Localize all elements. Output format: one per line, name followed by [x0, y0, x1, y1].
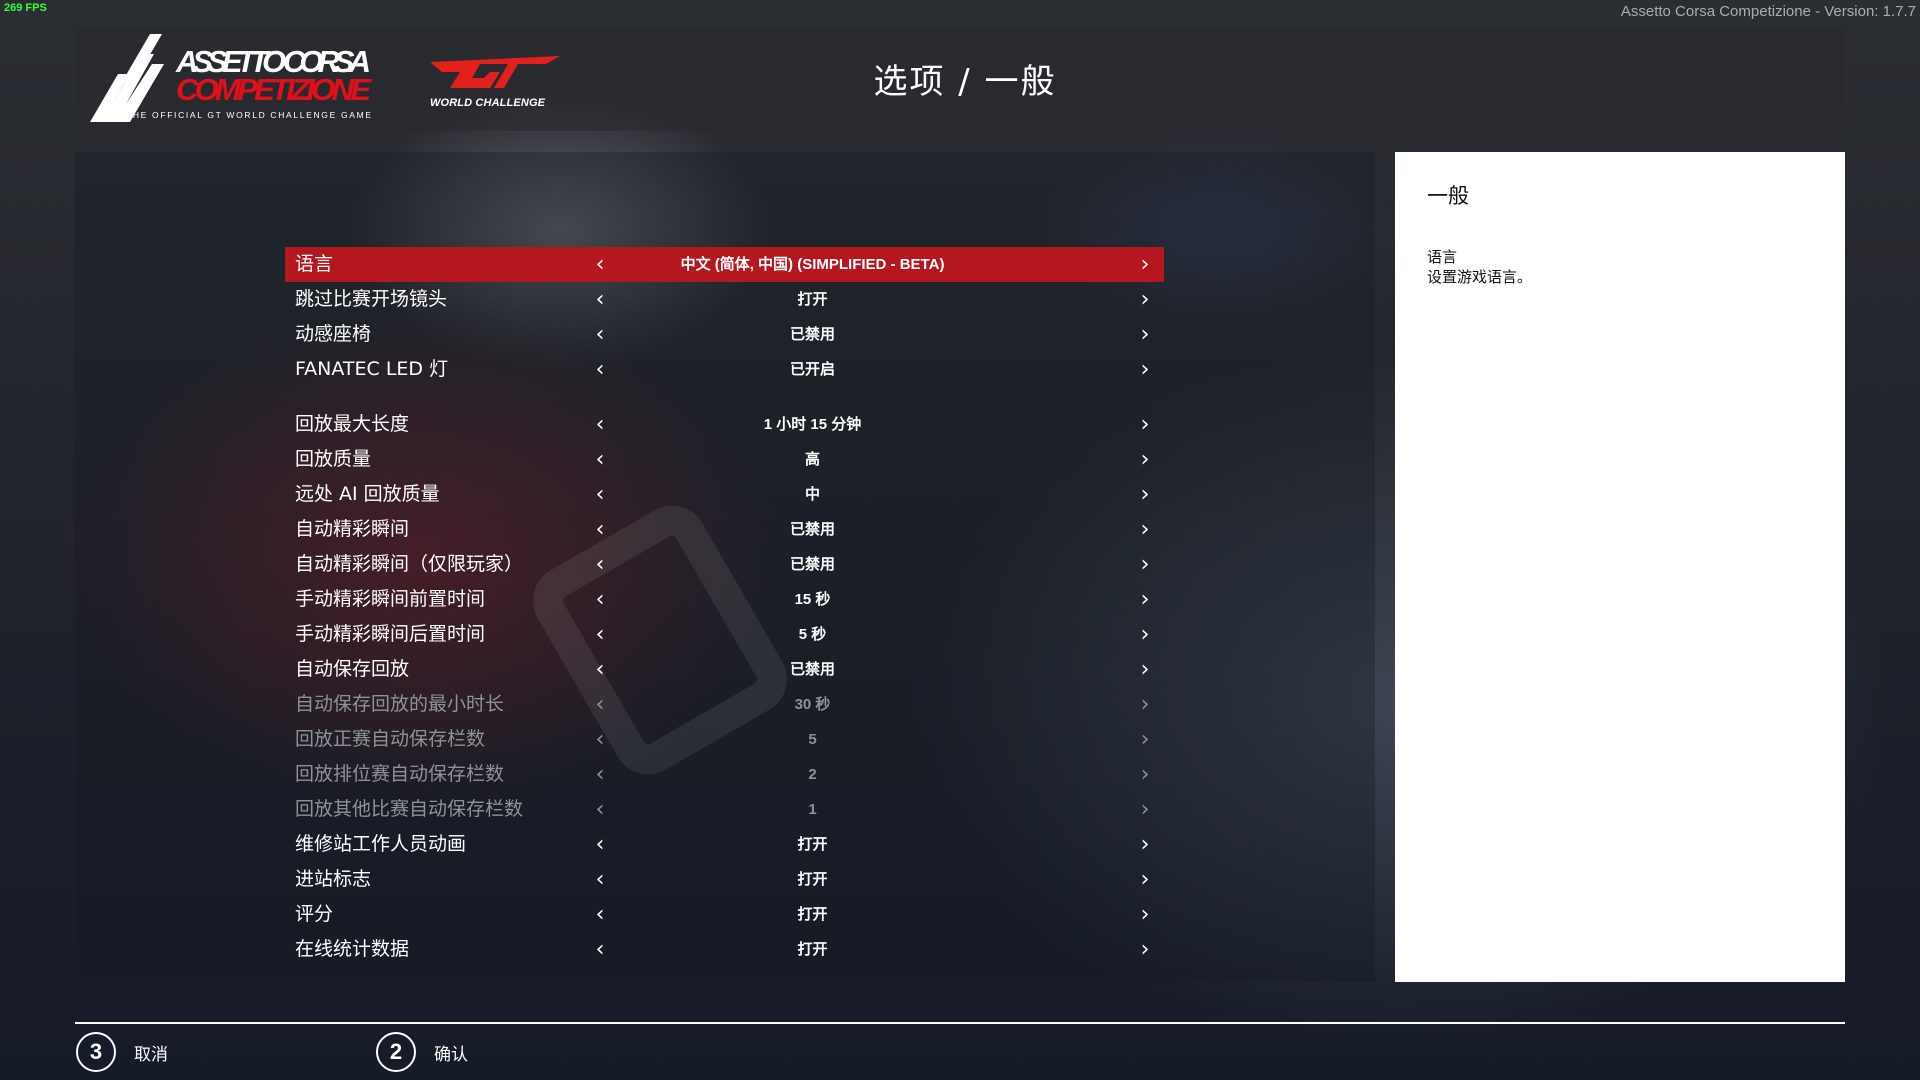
chevron-right-icon[interactable]: ›: [1135, 757, 1155, 792]
help-panel: 一般 语言 设置游戏语言。: [1395, 152, 1845, 982]
confirm-key-badge: 2: [376, 1032, 416, 1072]
setting-label: 在线统计数据: [295, 938, 410, 960]
setting-row[interactable]: 动感座椅 ‹ 已禁用 ›: [285, 317, 1164, 352]
chevron-right-icon[interactable]: ›: [1135, 792, 1155, 827]
setting-row[interactable]: 自动保存回放的最小时长 ‹ 30 秒 ›: [285, 687, 1164, 722]
setting-value: 5 秒: [798, 626, 827, 643]
fps-counter: 269 FPS: [4, 2, 47, 14]
chevron-right-icon[interactable]: ›: [1135, 352, 1155, 387]
setting-label: 进站标志: [295, 868, 372, 890]
setting-row[interactable]: 回放正赛自动保存栏数 ‹ 5 ›: [285, 722, 1164, 757]
help-item-name: 语言: [1427, 248, 1458, 266]
setting-label: 回放最大长度: [295, 413, 410, 435]
setting-label: 自动保存回放: [295, 658, 410, 680]
version-label: Assetto Corsa Competizione - Version: 1.…: [1620, 3, 1916, 20]
setting-row[interactable]: 自动精彩瞬间（仅限玩家） ‹ 已禁用 ›: [285, 547, 1164, 582]
setting-label: 回放其他比赛自动保存栏数: [295, 798, 524, 820]
page-title: 选项 / 一般: [873, 62, 1057, 102]
setting-label: 自动精彩瞬间（仅限玩家）: [295, 553, 524, 575]
acc-logo-tagline: THE OFFICIAL GT WORLD CHALLENGE GAME: [126, 110, 371, 120]
setting-label: 回放质量: [295, 448, 372, 470]
chevron-right-icon[interactable]: ›: [1135, 512, 1155, 547]
setting-value: 已禁用: [789, 521, 835, 538]
setting-value: 5: [808, 731, 817, 748]
help-panel-title: 一般: [1427, 184, 1469, 208]
chevron-right-icon[interactable]: ›: [1135, 582, 1155, 617]
setting-value: 打开: [797, 291, 828, 308]
setting-label: 回放正赛自动保存栏数: [295, 728, 486, 750]
setting-value: 高: [804, 451, 820, 468]
setting-value: 中文 (简体, 中国) (SIMPLIFIED - BETA): [680, 256, 945, 273]
setting-row[interactable]: 进站标志 ‹ 打开 ›: [285, 862, 1164, 897]
setting-row[interactable]: FANATEC LED 灯 ‹ 已开启 ›: [285, 352, 1164, 387]
setting-row[interactable]: 在线统计数据 ‹ 打开 ›: [285, 932, 1164, 967]
setting-row[interactable]: 自动保存回放 ‹ 已禁用 ›: [285, 652, 1164, 687]
chevron-right-icon[interactable]: ›: [1135, 617, 1155, 652]
chevron-right-icon[interactable]: ›: [1135, 442, 1155, 477]
confirm-button[interactable]: 2 确认: [376, 1030, 468, 1074]
setting-row[interactable]: 评分 ‹ 打开 ›: [285, 897, 1164, 932]
setting-label: 跳过比赛开场镜头: [295, 288, 448, 310]
chevron-right-icon[interactable]: ›: [1135, 722, 1155, 757]
setting-value: 1 小时 15 分钟: [763, 416, 862, 433]
setting-label: FANATEC LED 灯: [295, 358, 449, 380]
setting-label: 评分: [295, 903, 334, 925]
help-item-description: 设置游戏语言。: [1427, 268, 1533, 286]
setting-value: 1: [808, 801, 817, 818]
setting-row[interactable]: 远处 AI 回放质量 ‹ 中 ›: [285, 477, 1164, 512]
setting-row[interactable]: 手动精彩瞬间前置时间 ‹ 15 秒 ›: [285, 582, 1164, 617]
chevron-right-icon[interactable]: ›: [1135, 282, 1155, 317]
chevron-right-icon[interactable]: ›: [1135, 897, 1155, 932]
setting-row[interactable]: 回放最大长度 ‹ 1 小时 15 分钟 ›: [285, 407, 1164, 442]
setting-value: 已禁用: [789, 326, 835, 343]
setting-row[interactable]: 回放其他比赛自动保存栏数 ‹ 1 ›: [285, 792, 1164, 827]
setting-row[interactable]: 维修站工作人员动画 ‹ 打开 ›: [285, 827, 1164, 862]
setting-row[interactable]: 语言 ‹ 中文 (简体, 中国) (SIMPLIFIED - BETA) ›: [285, 247, 1164, 282]
setting-row[interactable]: 跳过比赛开场镜头 ‹ 打开 ›: [285, 282, 1164, 317]
setting-label: 手动精彩瞬间后置时间: [295, 623, 486, 645]
chevron-right-icon[interactable]: ›: [1135, 247, 1155, 282]
setting-value: 打开: [797, 836, 828, 853]
cancel-button[interactable]: 3 取消: [76, 1030, 168, 1074]
setting-value: 已禁用: [789, 661, 835, 678]
setting-value: 已开启: [789, 361, 835, 378]
setting-label: 自动保存回放的最小时长: [295, 693, 505, 715]
setting-value: 打开: [797, 941, 828, 958]
setting-label: 语言: [295, 253, 334, 275]
chevron-right-icon[interactable]: ›: [1135, 547, 1155, 582]
setting-value: 已禁用: [789, 556, 835, 573]
footer-divider: [75, 1022, 1845, 1024]
cancel-label: 取消: [134, 1044, 168, 1065]
setting-row[interactable]: 回放质量 ‹ 高 ›: [285, 442, 1164, 477]
cancel-key-badge: 3: [76, 1032, 116, 1072]
chevron-right-icon[interactable]: ›: [1135, 827, 1155, 862]
setting-value: 打开: [797, 906, 828, 923]
setting-label: 维修站工作人员动画: [295, 833, 467, 855]
setting-label: 手动精彩瞬间前置时间: [295, 588, 486, 610]
setting-label: 回放排位赛自动保存栏数: [295, 763, 505, 785]
setting-label: 自动精彩瞬间: [295, 518, 410, 540]
chevron-right-icon[interactable]: ›: [1135, 862, 1155, 897]
setting-value: 中: [804, 486, 820, 503]
setting-row[interactable]: 手动精彩瞬间后置时间 ‹ 5 秒 ›: [285, 617, 1164, 652]
setting-label: 远处 AI 回放质量: [295, 483, 440, 505]
setting-row[interactable]: 回放排位赛自动保存栏数 ‹ 2 ›: [285, 757, 1164, 792]
setting-value: 2: [808, 766, 817, 783]
setting-row[interactable]: 自动精彩瞬间 ‹ 已禁用 ›: [285, 512, 1164, 547]
chevron-right-icon[interactable]: ›: [1135, 317, 1155, 352]
setting-label: 动感座椅: [295, 323, 372, 345]
chevron-right-icon[interactable]: ›: [1135, 932, 1155, 967]
setting-value: 30 秒: [794, 696, 831, 713]
chevron-right-icon[interactable]: ›: [1135, 407, 1155, 442]
chevron-right-icon[interactable]: ›: [1135, 687, 1155, 722]
setting-value: 打开: [797, 871, 828, 888]
chevron-right-icon[interactable]: ›: [1135, 477, 1155, 512]
chevron-right-icon[interactable]: ›: [1135, 652, 1155, 687]
confirm-label: 确认: [434, 1044, 468, 1065]
setting-value: 15 秒: [794, 591, 831, 608]
